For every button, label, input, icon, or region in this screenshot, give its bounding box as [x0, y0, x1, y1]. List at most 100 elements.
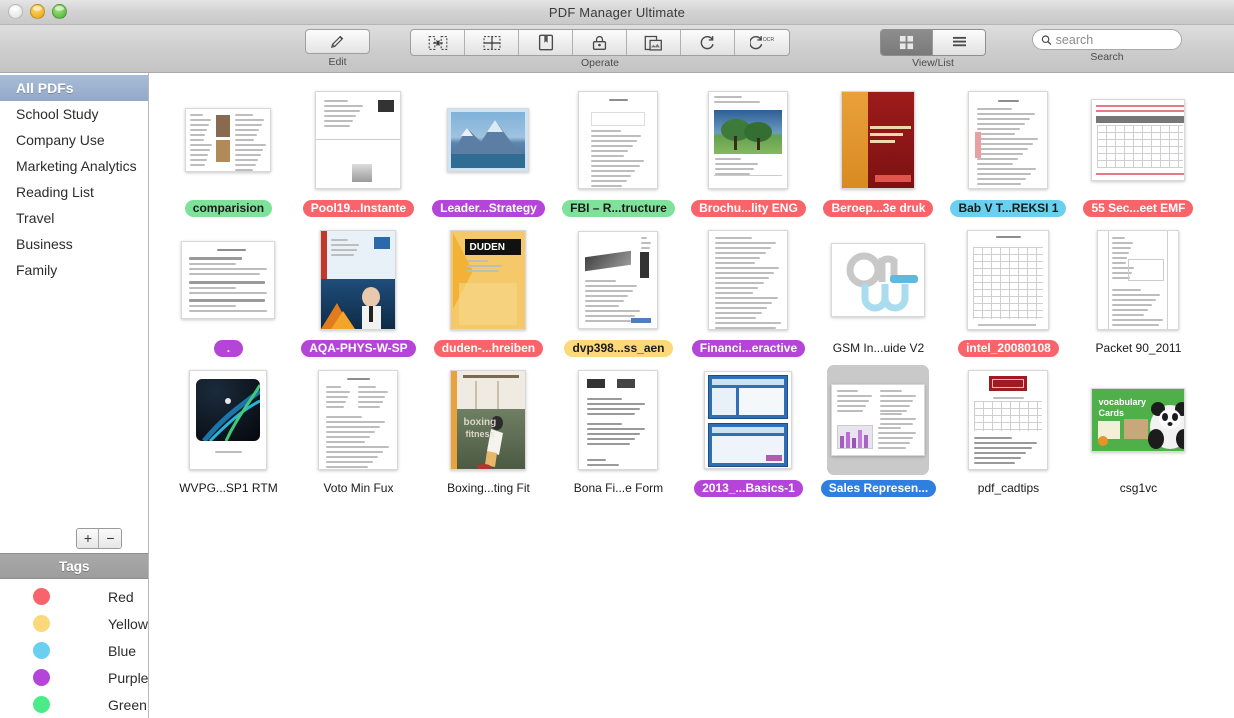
document-item[interactable]: comparision [163, 85, 293, 217]
document-thumbnail[interactable] [177, 225, 279, 335]
document-thumbnail[interactable] [827, 365, 930, 475]
document-item[interactable]: intel_20080108 [943, 225, 1073, 357]
document-label[interactable]: csg1vc [1112, 480, 1165, 497]
document-label[interactable]: . [213, 340, 244, 357]
document-label[interactable]: dvp398...ss_aen [564, 340, 673, 357]
document-thumbnail[interactable] [697, 225, 799, 335]
remove-source-button[interactable]: − [99, 528, 122, 548]
document-label[interactable]: WVPG...SP1 RTM [171, 480, 285, 497]
document-label[interactable]: AQA-PHYS-W-SP [301, 340, 416, 357]
tag-item-purple[interactable]: Purple [0, 664, 148, 691]
document-thumbnail[interactable] [437, 85, 539, 195]
bookmark-button[interactable] [519, 30, 573, 55]
sidebar-item-business[interactable]: Business [0, 231, 148, 257]
document-thumbnail[interactable] [567, 85, 669, 195]
document-item[interactable]: Bona Fi...e Form [553, 365, 683, 497]
sidebar-item-company-use[interactable]: Company Use [0, 127, 148, 153]
document-item[interactable]: dvp398...ss_aen [553, 225, 683, 357]
watermark-button[interactable] [627, 30, 681, 55]
document-item[interactable]: WVPG...SP1 RTM [163, 365, 293, 497]
ocr-button[interactable]: OCR [735, 30, 789, 55]
tag-item-red[interactable]: Red [0, 583, 148, 610]
search-box[interactable] [1032, 29, 1182, 50]
document-label[interactable]: Leader...Strategy [432, 200, 545, 217]
document-thumbnail[interactable] [957, 225, 1059, 335]
document-grid-panel[interactable]: comparision Pool19...Instante Leader...Str… [149, 73, 1234, 718]
list-view-button[interactable] [933, 30, 985, 55]
sidebar-item-travel[interactable]: Travel [0, 205, 148, 231]
document-item[interactable]: pdf_cadtips [943, 365, 1073, 497]
document-label[interactable]: Beroep...3e druk [823, 200, 934, 217]
document-item[interactable]: Brochu...lity ENG [683, 85, 813, 217]
document-label[interactable]: comparision [184, 200, 273, 217]
sidebar-item-school-study[interactable]: School Study [0, 101, 148, 127]
tag-item-yellow[interactable]: Yellow [0, 610, 148, 637]
document-item[interactable]: Beroep...3e druk [813, 85, 943, 217]
close-button[interactable] [8, 4, 23, 19]
minimize-button[interactable] [30, 4, 45, 19]
document-item[interactable]: AQA-PHYS-W-SP [293, 225, 423, 357]
document-item[interactable]: GSM In...uide V2 [813, 225, 943, 357]
document-thumbnail[interactable] [1087, 85, 1189, 195]
grid-view-button[interactable] [881, 30, 933, 55]
convert-button[interactable] [681, 30, 735, 55]
document-label[interactable]: Financi...eractive [691, 340, 806, 357]
document-item[interactable]: Leader...Strategy [423, 85, 553, 217]
document-thumbnail[interactable] [827, 85, 929, 195]
document-thumbnail[interactable] [827, 225, 929, 335]
sidebar-item-reading-list[interactable]: Reading List [0, 179, 148, 205]
document-label[interactable]: Packet 90_2011 [1088, 340, 1190, 357]
add-source-button[interactable]: + [77, 528, 100, 548]
document-label[interactable]: pdf_cadtips [970, 480, 1047, 497]
document-item[interactable]: FBI – R...tructure [553, 85, 683, 217]
document-thumbnail[interactable]: DUDEN [437, 225, 539, 335]
maximize-button[interactable] [52, 4, 67, 19]
document-thumbnail[interactable] [307, 365, 409, 475]
document-thumbnail[interactable] [697, 365, 799, 475]
document-item[interactable]: Pool19...Instante [293, 85, 423, 217]
tag-item-blue[interactable]: Blue [0, 637, 148, 664]
document-thumbnail[interactable] [1087, 225, 1189, 335]
edit-button[interactable] [305, 29, 370, 54]
document-item[interactable]: Financi...eractive [683, 225, 813, 357]
document-thumbnail[interactable] [177, 365, 279, 475]
sidebar-item-marketing-analytics[interactable]: Marketing Analytics [0, 153, 148, 179]
document-label[interactable]: Boxing...ting Fit [439, 480, 538, 497]
document-item[interactable]: Sales Represen... [813, 365, 943, 497]
document-item[interactable]: boxing fitness Boxing...ting Fit [423, 365, 553, 497]
document-thumbnail[interactable] [567, 225, 669, 335]
document-thumbnail[interactable] [957, 365, 1059, 475]
document-label[interactable]: Bona Fi...e Form [566, 480, 671, 497]
document-item[interactable]: DUDEN duden-...hreiben [423, 225, 553, 357]
document-label[interactable]: intel_20080108 [958, 340, 1059, 357]
document-thumbnail[interactable] [957, 85, 1059, 195]
document-thumbnail[interactable] [307, 225, 409, 335]
document-item[interactable]: 55 Sec...eet EMF [1073, 85, 1203, 217]
document-thumbnail[interactable]: boxing fitness [437, 365, 539, 475]
document-item[interactable]: Voto Min Fux [293, 365, 423, 497]
document-item[interactable]: . [163, 225, 293, 357]
document-label[interactable]: Brochu...lity ENG [691, 200, 806, 217]
document-thumbnail[interactable] [177, 85, 279, 195]
tag-item-green[interactable]: Green [0, 691, 148, 718]
document-thumbnail[interactable] [307, 85, 409, 195]
document-item[interactable]: Bab V T...REKSI 1 [943, 85, 1073, 217]
document-label[interactable]: Sales Represen... [820, 480, 937, 497]
encrypt-button[interactable] [573, 30, 627, 55]
document-label[interactable]: Voto Min Fux [315, 480, 401, 497]
document-label[interactable]: Bab V T...REKSI 1 [950, 200, 1067, 217]
search-input[interactable] [1055, 32, 1173, 47]
document-label[interactable]: GSM In...uide V2 [825, 340, 932, 357]
merge-button[interactable] [411, 30, 465, 55]
document-label[interactable]: duden-...hreiben [433, 340, 544, 357]
sidebar-item-all-pdfs[interactable]: All PDFs [0, 75, 149, 101]
document-thumbnail[interactable]: vocabulary Cards [1087, 365, 1189, 475]
document-thumbnail[interactable] [567, 365, 669, 475]
sidebar-item-family[interactable]: Family [0, 257, 148, 283]
document-item[interactable]: Packet 90_2011 [1073, 225, 1203, 357]
document-label[interactable]: 55 Sec...eet EMF [1083, 200, 1194, 217]
document-label[interactable]: FBI – R...tructure [562, 200, 675, 217]
document-thumbnail[interactable] [697, 85, 799, 195]
document-item[interactable]: 2013_...Basics-1 [683, 365, 813, 497]
split-button[interactable] [465, 30, 519, 55]
